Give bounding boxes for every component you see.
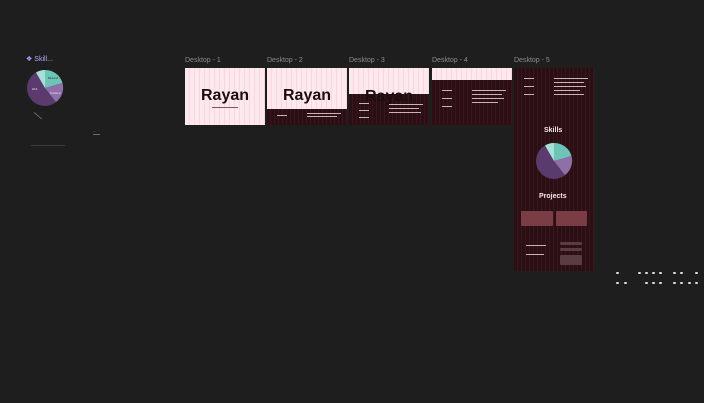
pie-label-0: Web xyxy=(32,87,38,91)
frame2-nav-line xyxy=(277,115,287,116)
frame3-nav-line-2 xyxy=(359,110,369,111)
toolbar-row-2 xyxy=(616,282,704,285)
frame4-text-line-3 xyxy=(472,98,504,99)
frame2-about-section xyxy=(267,109,347,125)
frame2-text-line-1 xyxy=(307,113,341,114)
frame-desktop-2[interactable]: Rayan xyxy=(267,68,347,125)
frame-label-5[interactable]: Desktop - 5 xyxy=(514,57,550,64)
frame-desktop-1[interactable]: · Rayan xyxy=(185,68,265,125)
frame3-nav-line-1 xyxy=(359,103,369,104)
frame5-text-line-1 xyxy=(554,78,588,79)
component-name: Skill... xyxy=(34,55,53,63)
skills-pie-component[interactable]: Web Backend Frontend xyxy=(26,69,66,107)
small-note: ... xyxy=(93,128,97,133)
connector-line xyxy=(33,112,42,120)
frame4-text-line-4 xyxy=(472,102,498,103)
frame-label-3[interactable]: Desktop - 3 xyxy=(349,57,385,64)
frame4-text-line-1 xyxy=(472,90,506,91)
frame3-text-line-2 xyxy=(389,108,419,109)
frame5-footer-line xyxy=(526,245,546,246)
frame2-text-line-2 xyxy=(307,116,337,117)
frame5-form-textarea xyxy=(560,255,582,265)
frame-desktop-3[interactable]: Rayan xyxy=(349,68,429,125)
component-label-skills[interactable]: ❖ Skill... xyxy=(26,55,53,64)
frame5-projects-heading: Projects xyxy=(539,193,567,200)
frame4-hero-section xyxy=(432,68,512,80)
component-divider xyxy=(31,145,65,146)
frame1-hero-title: Rayan xyxy=(201,87,250,104)
frame2-hero-title: Rayan xyxy=(283,87,332,104)
component-icon: ❖ xyxy=(26,56,33,63)
frame5-text-line-4 xyxy=(554,90,580,91)
frame5-form-field-2 xyxy=(560,248,582,251)
frame5-nav-line-1 xyxy=(524,78,534,79)
frame-label-1[interactable]: Desktop - 1 xyxy=(185,57,221,64)
frame5-skills-pie xyxy=(536,142,573,179)
frame3-text-line-1 xyxy=(389,104,423,105)
frame4-text-line-2 xyxy=(472,94,502,95)
frame3-nav-line-3 xyxy=(359,117,369,118)
toolbar-row-1 xyxy=(616,272,704,275)
pie-label-2: Frontend xyxy=(50,91,61,95)
frame1-subtitle-line xyxy=(212,107,238,108)
toolbar-dot xyxy=(616,272,619,274)
frame5-project-card-1 xyxy=(521,211,553,226)
pie-label-1: Backend xyxy=(48,76,59,80)
frame5-social-line xyxy=(526,254,544,255)
frame-label-2[interactable]: Desktop - 2 xyxy=(267,57,303,64)
frame5-text-line-2 xyxy=(554,82,584,83)
frame5-text-line-3 xyxy=(554,86,586,87)
frame5-form-field-1 xyxy=(560,242,582,245)
small-note-line xyxy=(93,134,100,135)
frame-desktop-5[interactable]: Skills Projects xyxy=(514,68,594,271)
frame4-nav-line-3 xyxy=(442,106,452,107)
frame-desktop-4[interactable] xyxy=(432,68,512,125)
frame-label-4[interactable]: Desktop - 4 xyxy=(432,57,468,64)
frame5-skills-heading: Skills xyxy=(544,127,563,134)
frame5-text-line-5 xyxy=(554,94,584,95)
frame5-nav-line-2 xyxy=(524,86,534,87)
frame3-text-line-3 xyxy=(389,112,421,113)
frame4-nav-line-2 xyxy=(442,98,452,99)
frame5-project-card-2 xyxy=(556,211,587,226)
frame4-nav-line-1 xyxy=(442,90,452,91)
frame1-nav-dot: · xyxy=(223,77,224,80)
frame5-nav-line-3 xyxy=(524,94,534,95)
